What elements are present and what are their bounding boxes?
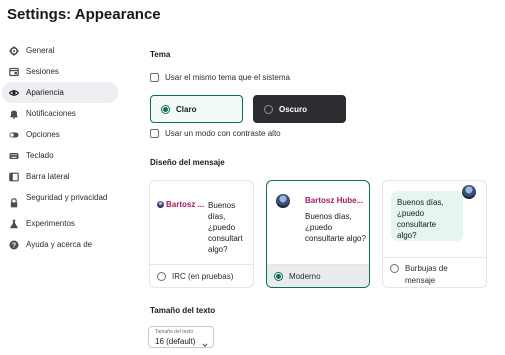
select-legend: Tamaño del texto <box>155 329 194 335</box>
layout-option-label: Moderno <box>289 271 321 281</box>
help-icon: ? <box>8 239 19 250</box>
toggle-icon <box>8 129 19 140</box>
text-size-heading: Tamaño del texto <box>150 306 216 315</box>
checkbox-label: Usar el mismo tema que el sistema <box>165 73 290 82</box>
sidebar-item-label: Opciones <box>26 130 60 139</box>
settings-page: Settings: Appearance General Sesiones Ap… <box>0 0 505 355</box>
radio-button[interactable] <box>274 271 283 281</box>
radio-button[interactable] <box>390 264 399 273</box>
sidebar-item-label: Barra lateral <box>26 172 70 181</box>
gear-icon <box>8 45 19 56</box>
checkbox-label: Usar un modo con contraste alto <box>165 129 281 138</box>
window-icon <box>8 66 19 77</box>
lock-icon <box>8 197 19 208</box>
use-system-theme-checkbox[interactable]: Usar el mismo tema que el sistema <box>150 73 290 82</box>
sidebar-item-general[interactable]: General <box>2 40 118 61</box>
sidebar-item-barra-lateral[interactable]: Barra lateral <box>2 166 118 187</box>
select-value: 16 (default) <box>155 337 196 346</box>
high-contrast-checkbox[interactable]: Usar un modo con contraste alto <box>150 129 281 138</box>
avatar <box>276 194 290 208</box>
layout-option-label: Burbujas de mensaje <box>405 264 448 285</box>
radio-button[interactable] <box>264 104 273 114</box>
sidebar-item-label: Ayuda y acerca de <box>26 240 93 249</box>
layout-option-bubbles[interactable]: Burbujas de mensaje <box>383 257 486 287</box>
radio-button[interactable] <box>157 271 166 281</box>
sidebar-item-label: General <box>26 46 55 55</box>
bell-icon <box>8 108 19 119</box>
theme-light-label: Claro <box>176 104 197 114</box>
sidebar-item-teclado[interactable]: Teclado <box>2 145 118 166</box>
sidebar-item-notificaciones[interactable]: Notificaciones <box>2 103 118 124</box>
theme-light-option[interactable]: Claro <box>150 95 243 123</box>
settings-sidebar: General Sesiones Apariencia Notificacion… <box>0 38 120 255</box>
radio-button[interactable] <box>161 104 170 114</box>
sidebar-item-ayuda[interactable]: ? Ayuda y acerca de <box>2 234 118 255</box>
sidebar-item-label: Seguridad y privacidad <box>26 193 108 202</box>
avatar <box>462 185 476 199</box>
sidebar-item-apariencia[interactable]: Apariencia <box>2 82 118 103</box>
sidebar-item-label: Experimentos <box>26 219 75 228</box>
page-title: Settings: Appearance <box>7 6 161 23</box>
sidebar-item-opciones[interactable]: Opciones <box>2 124 118 145</box>
checkbox-box[interactable] <box>150 129 159 138</box>
chevron-down-icon <box>202 335 208 347</box>
text-size-select[interactable]: Tamaño del texto 16 (default) <box>148 326 214 348</box>
layout-option-label: IRC (en pruebas) <box>172 271 234 281</box>
sidebar-item-seguridad[interactable]: Seguridad y privacidad <box>2 187 118 213</box>
layout-card-bubbles[interactable]: Buenos días, ¿puedo consultarte algo? Bu… <box>382 180 487 288</box>
svg-text:?: ? <box>11 242 15 249</box>
theme-dark-label: Oscuro <box>279 104 308 114</box>
theme-dark-option[interactable]: Oscuro <box>253 95 346 123</box>
message-layout-heading: Diseño del mensaje <box>150 158 225 167</box>
sidebar-item-label: Apariencia <box>26 88 64 97</box>
layout-card-irc[interactable]: Bartosz ... Buenos días, ¿puedo consulta… <box>149 180 254 288</box>
sender-name: Bartosz Hube... <box>305 196 364 205</box>
avatar <box>157 201 164 208</box>
layout-option-modern[interactable]: Moderno <box>267 264 369 287</box>
layout-option-irc[interactable]: IRC (en pruebas) <box>150 264 253 287</box>
sidebar-item-sesiones[interactable]: Sesiones <box>2 61 118 82</box>
sender-name: Bartosz ... <box>166 200 205 209</box>
message-preview: Buenos días, ¿puedo consultart algo? <box>208 201 243 254</box>
eye-icon <box>8 87 19 98</box>
theme-heading: Tema <box>150 50 171 59</box>
keyboard-icon <box>8 150 19 161</box>
sidebar-item-label: Teclado <box>26 151 54 160</box>
message-bubble: Buenos días, ¿puedo consultarte algo? <box>391 191 463 241</box>
sidebar-item-label: Sesiones <box>26 67 59 76</box>
checkbox-box[interactable] <box>150 73 159 82</box>
sidebar-item-label: Notificaciones <box>26 109 76 118</box>
layout-card-modern[interactable]: Bartosz Hube... Buenos días, ¿puedo cons… <box>266 180 370 288</box>
sidebar-item-experimentos[interactable]: Experimentos <box>2 213 118 234</box>
message-preview: Buenos días, ¿puedo consultarte algo? <box>305 212 366 243</box>
sidebar-icon <box>8 171 19 182</box>
flask-icon <box>8 218 19 229</box>
